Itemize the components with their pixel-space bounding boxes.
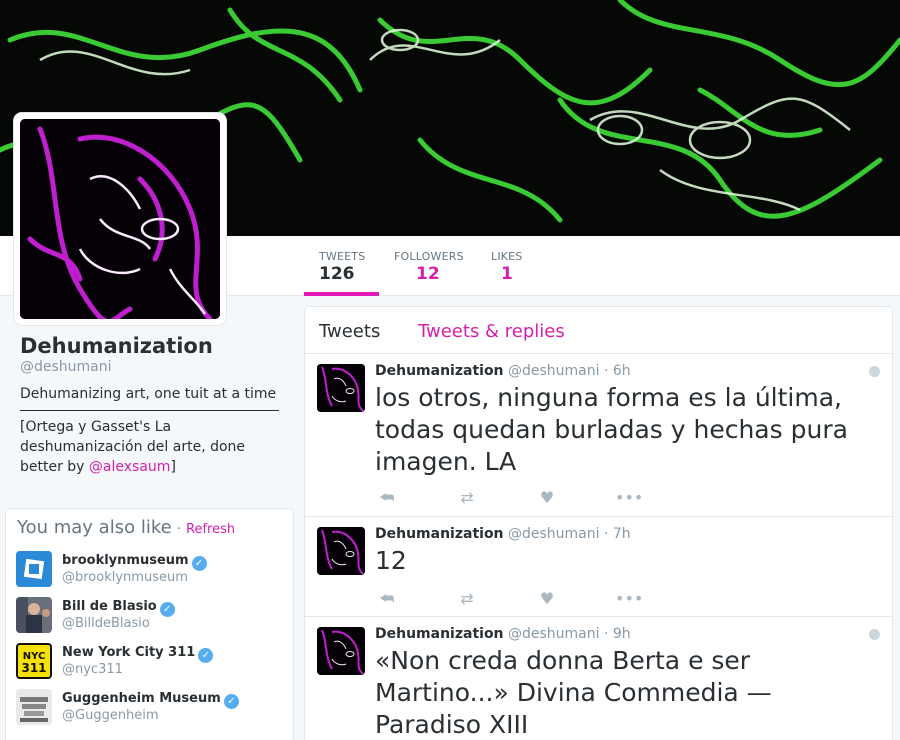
suggestion-name[interactable]: brooklynmuseum ✓ [62, 553, 207, 571]
profile-handle[interactable]: @deshumani [20, 359, 280, 375]
profile-name[interactable]: Dehumanization [20, 334, 280, 358]
timeline: Tweets Tweets & replies Dehumanization @… [304, 306, 893, 740]
globe-icon[interactable] [869, 366, 880, 377]
tweet-author-name[interactable]: Dehumanization [375, 526, 504, 542]
tweet-author-name[interactable]: Dehumanization [375, 626, 504, 642]
tweet-text: los otros, ninguna forma es la última, t… [375, 383, 848, 476]
tweet-separator: · [603, 526, 609, 542]
suggestion-item[interactable]: brooklynmuseum ✓ @brooklynmuseum [16, 551, 286, 591]
tweet[interactable]: Dehumanization @deshumani · 6h los otros… [305, 354, 892, 517]
guggenheim-logo-icon[interactable] [16, 689, 52, 725]
tweet-timestamp[interactable]: 6h [613, 363, 631, 379]
tweet-text: 12 [375, 546, 407, 575]
more-icon[interactable]: ••• [615, 488, 643, 508]
retweet-icon[interactable]: ⇄ [455, 488, 479, 508]
stat-followers[interactable]: FOLLOWERS 12 [394, 236, 474, 296]
bio-divider [20, 410, 279, 411]
suggestion-item[interactable]: Guggenheim Museum ✓ @Guggenheim [16, 689, 286, 729]
like-icon[interactable]: ♥ [535, 488, 559, 508]
tweet[interactable]: Dehumanization @deshumani · 7h 12 ⮪ ⇄ ♥ … [305, 517, 892, 617]
avatar-image [20, 119, 220, 319]
suggestion-handle: @brooklynmuseum [62, 570, 188, 585]
verified-badge-icon: ✓ [191, 556, 207, 571]
tweet-header: Dehumanization @deshumani · 6h [375, 363, 631, 379]
verified-badge-icon: ✓ [223, 694, 239, 709]
tweet[interactable]: Dehumanization @deshumani · 9h «Non cred… [305, 617, 892, 740]
suggestion-item[interactable]: Bill de Blasio ✓ @BilldeBlasio [16, 597, 286, 637]
bio-mention-link[interactable]: @alexsaum [89, 459, 171, 475]
suggestion-name[interactable]: Bill de Blasio ✓ [62, 599, 175, 617]
tweet-separator: · [603, 363, 609, 379]
svg-text:311: 311 [21, 661, 46, 675]
tweet-text: «Non creda donna Berta e ser Martino...»… [375, 646, 772, 739]
brooklyn-museum-logo-icon[interactable] [16, 551, 52, 587]
bio-extra-suffix: ] [170, 459, 176, 475]
suggestion-item[interactable]: NYC 311 New York City 311 ✓ @nyc311 [16, 643, 286, 683]
reply-icon[interactable]: ⮪ [375, 488, 399, 508]
reply-icon[interactable]: ⮪ [375, 589, 399, 609]
tweet-author-handle[interactable]: @deshumani [508, 526, 600, 542]
retweet-icon[interactable]: ⇄ [455, 589, 479, 609]
tweet-timestamp[interactable]: 9h [613, 626, 631, 642]
tab-tweets[interactable]: Tweets [319, 321, 380, 342]
tweet-timestamp[interactable]: 7h [613, 526, 631, 542]
profile-bio-extra: [Ortega y Gasset's La deshumanización de… [20, 417, 280, 477]
tweet-avatar[interactable] [317, 527, 365, 575]
profile-card: Dehumanization @deshumani Dehumanizing a… [20, 334, 280, 477]
suggestion-name[interactable]: New York City 311 ✓ [62, 645, 214, 663]
stat-likes-label: LIKES [491, 250, 523, 263]
timeline-tabs: Tweets Tweets & replies [305, 307, 892, 354]
tweet-separator: · [603, 626, 609, 642]
tweet-header: Dehumanization @deshumani · 9h [375, 626, 631, 642]
verified-badge-icon: ✓ [198, 648, 214, 663]
suggestion-handle: @BilldeBlasio [62, 616, 150, 631]
stat-tweets-label: TWEETS [319, 250, 366, 263]
stat-tweets[interactable]: TWEETS 126 [304, 236, 379, 296]
nyc311-logo-icon[interactable]: NYC 311 [16, 643, 52, 679]
suggestion-handle: @nyc311 [62, 662, 123, 677]
suggestion-handle: @Guggenheim [62, 708, 159, 723]
tweet-avatar[interactable] [317, 627, 365, 675]
profile-bio: Dehumanizing art, one tuit at a time [20, 386, 277, 402]
tweet-avatar[interactable] [317, 364, 365, 412]
stat-likes-value: 1 [501, 264, 513, 284]
tweet-author-handle[interactable]: @deshumani [508, 626, 600, 642]
more-icon[interactable]: ••• [615, 589, 643, 609]
tweet-author-name[interactable]: Dehumanization [375, 363, 504, 379]
title-separator: · [176, 522, 181, 537]
refresh-link[interactable]: Refresh [186, 522, 235, 537]
verified-badge-icon: ✓ [159, 602, 175, 617]
tab-tweets-replies[interactable]: Tweets & replies [418, 321, 565, 342]
who-to-follow-title: You may also like [17, 517, 172, 538]
photo-avatar[interactable] [16, 597, 52, 633]
globe-icon[interactable] [869, 629, 880, 640]
tweet-header: Dehumanization @deshumani · 7h [375, 526, 631, 542]
who-to-follow-module: You may also like · Refresh brooklynmuse… [5, 508, 294, 740]
profile-avatar[interactable] [14, 113, 226, 325]
stat-tweets-value: 126 [319, 264, 355, 284]
suggestion-name[interactable]: Guggenheim Museum ✓ [62, 691, 239, 709]
tweet-author-handle[interactable]: @deshumani [508, 363, 600, 379]
like-icon[interactable]: ♥ [535, 589, 559, 609]
stat-likes[interactable]: LIKES 1 [491, 236, 536, 296]
stat-followers-value: 12 [416, 264, 440, 284]
stat-followers-label: FOLLOWERS [394, 250, 464, 263]
